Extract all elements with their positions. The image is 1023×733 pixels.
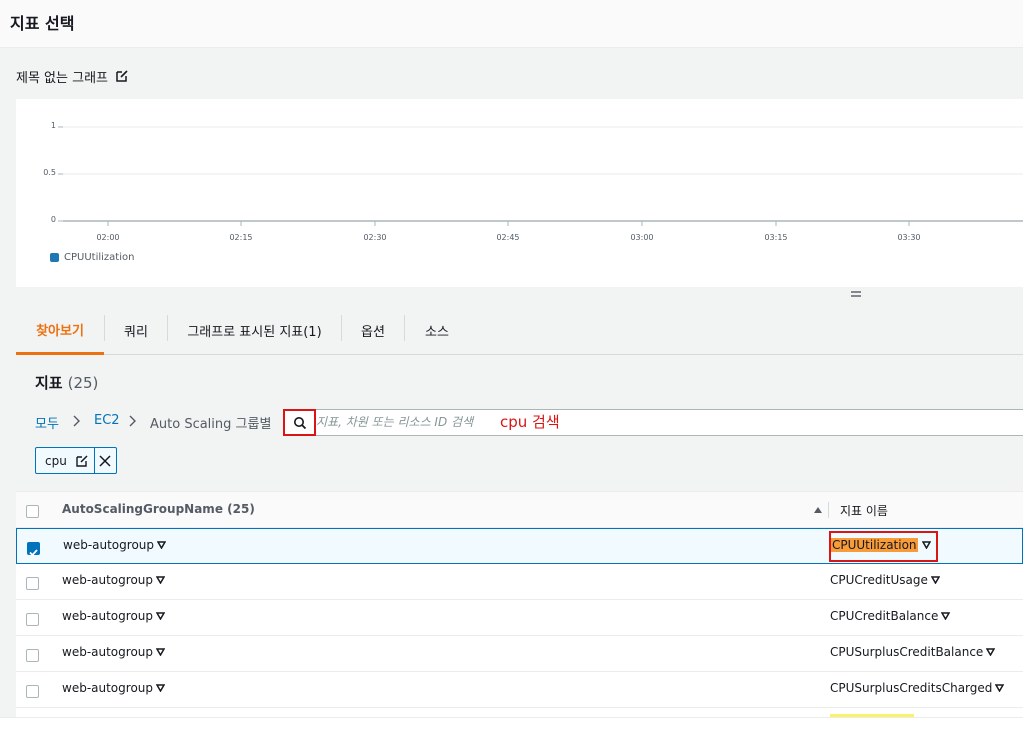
tab-bar: 찾아보기 쿼리 그래프로 표시된 지표(1) 옵션 소스 [16, 307, 1023, 355]
x-tick-label: 03:30 [897, 233, 921, 242]
caret-down-icon[interactable] [986, 648, 996, 656]
metric-name[interactable]: CPUCreditUsage [830, 573, 928, 587]
chevron-right-icon [129, 415, 136, 427]
x-tick-label: 02:15 [229, 233, 253, 242]
caret-down-icon[interactable] [941, 612, 951, 620]
table-row[interactable]: web-autogroup CPUCreditUsage [16, 564, 1023, 600]
legend-label: CPUUtilization [64, 252, 135, 263]
chevron-right-icon [73, 415, 80, 427]
x-tick-label: 03:00 [630, 233, 654, 242]
metrics-count: (25) [67, 374, 99, 392]
x-tick-label: 02:45 [496, 233, 520, 242]
close-icon [99, 454, 111, 467]
y-tick-label: 1 [50, 121, 56, 130]
select-all-checkbox[interactable] [26, 505, 39, 518]
row-checkbox[interactable] [26, 613, 39, 626]
check-icon [29, 549, 38, 557]
group-cell: web-autogroup [62, 645, 166, 659]
edit-icon[interactable] [115, 69, 129, 83]
metric-graph: 1 0.5 0 02:00 02:15 02:30 02:45 03:00 03… [16, 99, 1023, 287]
metric-name[interactable]: CPUSurplusCreditsCharged [830, 681, 992, 695]
annotation-highlight-box [829, 531, 938, 562]
caret-down-icon[interactable] [156, 684, 166, 692]
filter-token[interactable]: cpu [35, 447, 117, 474]
graph-title-row: 제목 없는 그래프 [16, 66, 129, 86]
y-tick-label: 0 [50, 215, 56, 224]
caret-down-icon[interactable] [157, 541, 167, 549]
edit-icon[interactable] [75, 454, 89, 468]
metrics-heading: 지표 (25) [35, 372, 98, 393]
caret-down-icon[interactable] [156, 576, 166, 584]
y-tick-label: 0.5 [43, 168, 56, 177]
metric-cell: CPUSurplusCreditsCharged [830, 681, 1005, 695]
graph-canvas [58, 126, 1023, 226]
column-header-metric[interactable]: 지표 이름 [840, 502, 888, 519]
group-name[interactable]: web-autogroup [62, 681, 153, 695]
filter-token-label: cpu [45, 453, 67, 468]
row-checkbox[interactable] [26, 685, 39, 698]
metric-cell: CPUCreditBalance [830, 609, 951, 623]
remove-filter-button[interactable] [93, 448, 116, 473]
metrics-heading-label: 지표 [35, 374, 63, 392]
breadcrumb-ec2[interactable]: EC2 [94, 413, 120, 428]
metric-name[interactable]: CPUCreditBalance [830, 609, 938, 623]
group-name[interactable]: web-autogroup [62, 573, 153, 587]
caret-down-icon[interactable] [156, 612, 166, 620]
resize-handle-icon[interactable] [849, 289, 863, 299]
group-cell: web-autogroup [62, 609, 166, 623]
graph-title: 제목 없는 그래프 [16, 70, 108, 86]
search-input[interactable]: 지표, 차원 또는 리소스 ID 검색 [316, 413, 473, 430]
sort-ascending-icon[interactable] [813, 506, 823, 514]
table-row[interactable]: web-autogroup CPUCreditBalance [16, 600, 1023, 636]
search-button[interactable] [283, 409, 316, 436]
search-icon [293, 416, 306, 429]
column-divider [828, 502, 829, 518]
tab-browse[interactable]: 찾아보기 [16, 307, 104, 355]
metric-cell: CPUSurplusCreditBalance [830, 645, 996, 659]
breadcrumb-all[interactable]: 모두 [35, 413, 59, 432]
group-name[interactable]: web-autogroup [63, 538, 154, 552]
page-footer-edge [0, 717, 1023, 733]
page-header: 지표 선택 [0, 0, 1023, 48]
annotation-label: cpu 검색 [500, 413, 560, 431]
caret-down-icon[interactable] [930, 576, 940, 584]
column-header-group[interactable]: AutoScalingGroupName (25) [62, 502, 255, 516]
group-cell: web-autogroup [62, 573, 166, 587]
breadcrumb-current: Auto Scaling 그룹별 [150, 417, 272, 432]
table-row[interactable]: web-autogroup CPUUtilization [16, 528, 1023, 564]
caret-down-icon[interactable] [995, 684, 1005, 692]
graph-legend[interactable]: CPUUtilization [50, 252, 134, 263]
metric-select-page: 지표 선택 제목 없는 그래프 1 0.5 0 02:00 02:15 02:3… [0, 0, 1023, 733]
x-tick-label: 02:00 [96, 233, 120, 242]
group-name[interactable]: web-autogroup [62, 609, 153, 623]
row-checkbox[interactable] [26, 577, 39, 590]
group-name[interactable]: web-autogroup [62, 645, 153, 659]
tab-query[interactable]: 쿼리 [105, 307, 167, 354]
page-title: 지표 선택 [10, 14, 75, 33]
tab-graphed-metrics[interactable]: 그래프로 표시된 지표(1) [168, 307, 341, 354]
legend-swatch [50, 253, 59, 262]
metric-cell: CPUCreditUsage [830, 573, 940, 587]
x-tick-label: 02:30 [363, 233, 387, 242]
row-checkbox[interactable] [27, 542, 40, 557]
x-tick-label: 03:15 [764, 233, 788, 242]
group-cell: web-autogroup [62, 681, 166, 695]
table-header: AutoScalingGroupName (25) 지표 이름 [16, 492, 1023, 528]
caret-down-icon[interactable] [156, 648, 166, 656]
table-row[interactable]: web-autogroup CPUSurplusCreditBalance [16, 636, 1023, 672]
tab-source[interactable]: 소스 [405, 307, 469, 354]
group-cell: web-autogroup [63, 538, 167, 552]
table-row[interactable]: web-autogroup CPUSurplusCreditsCharged [16, 672, 1023, 708]
metric-name[interactable]: CPUSurplusCreditBalance [830, 645, 983, 659]
row-checkbox[interactable] [26, 649, 39, 662]
metrics-table: AutoScalingGroupName (25) 지표 이름 web-auto… [16, 491, 1023, 717]
tab-options[interactable]: 옵션 [342, 307, 404, 354]
